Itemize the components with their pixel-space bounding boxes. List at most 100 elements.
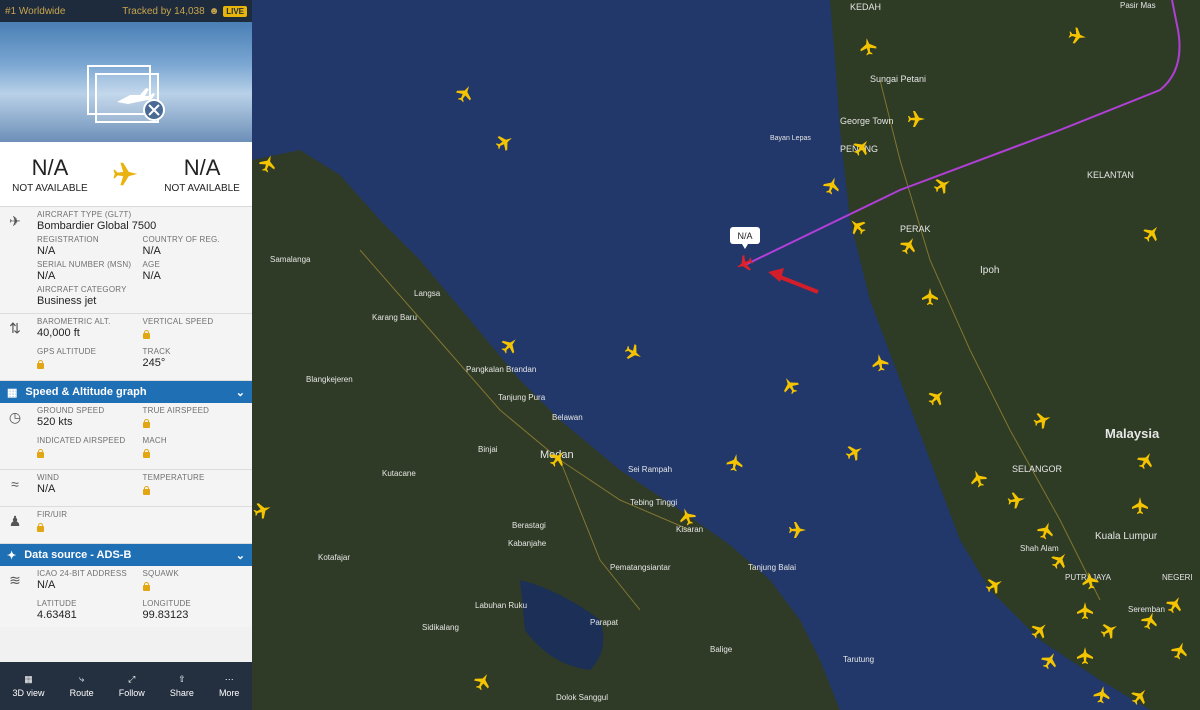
map-label-tanjung-pura: Tanjung Pura <box>498 393 546 402</box>
ground-speed-value: 520 kts <box>37 416 73 428</box>
speed-band-title: Speed & Altitude graph <box>25 386 147 398</box>
share-icon: ⇧ <box>178 674 186 684</box>
true-airspeed-label: TRUE AIRSPEED <box>142 406 210 415</box>
registration-label: REGISTRATION <box>37 235 99 244</box>
data-source-toggle[interactable]: ✦ Data source - ADS-B ⌄ <box>0 544 252 566</box>
cube-icon: ▦ <box>24 674 33 684</box>
map-label-malaysia: Malaysia <box>1105 426 1160 441</box>
3d-view-button[interactable]: ▦ 3D view <box>13 674 45 698</box>
map-label-samalanga: Samalanga <box>270 255 311 264</box>
map-label-selangor: SELANGOR <box>1012 464 1063 474</box>
map-label-pasir-mas: Pasir Mas <box>1120 1 1156 10</box>
squawk-label: SQUAWK <box>142 569 179 578</box>
lock-icon <box>37 449 44 458</box>
map-label-labuhan-ruku: Labuhan Ruku <box>475 601 527 610</box>
route-label: Route <box>69 688 94 698</box>
map-label-tarutung: Tarutung <box>843 655 874 664</box>
lock-icon <box>142 486 150 495</box>
person-icon: ♟ <box>8 513 22 529</box>
follow-label: Follow <box>118 688 145 698</box>
map-label-shah-alam: Shah Alam <box>1020 544 1059 553</box>
bottom-toolbar: ▦ 3D view ⤷ Route ⤢ Follow ⇧ Share ⋯ More <box>0 662 252 710</box>
latitude-value: 4.63481 <box>37 609 77 621</box>
source-band-title: Data source - ADS-B <box>24 549 132 561</box>
temperature-label: TEMPERATURE <box>142 473 205 482</box>
aircraft-icon: ✈ <box>9 213 21 229</box>
map-label-tanjung-balai: Tanjung Balai <box>748 563 796 572</box>
age-label: AGE <box>142 260 160 269</box>
baro-alt-value: 40,000 ft <box>37 327 80 339</box>
flight-info-panel: #1 Worldwide Tracked by 14,038 ☻ LIVE N/… <box>0 0 252 710</box>
route-button[interactable]: ⤷ Route <box>70 674 94 698</box>
rank-text: #1 Worldwide <box>5 5 66 17</box>
weather-section: ≈ WIND N/A TEMPERATURE <box>0 470 252 507</box>
people-icon: ☻ <box>208 5 220 17</box>
map-label-kelantan: KELANTAN <box>1087 170 1134 180</box>
mach-label: MACH <box>142 436 167 445</box>
route-icon: ⤷ <box>79 674 85 684</box>
track-value: 245° <box>142 357 166 369</box>
map-label-sungai-petani: Sungai Petani <box>870 74 926 84</box>
baro-alt-label: BAROMETRIC ALT. <box>37 317 111 326</box>
aircraft-type-value: Bombardier Global 7500 <box>37 220 157 232</box>
map-label-george-town: George Town <box>840 116 893 126</box>
map-label-pangkalan-brandan: Pangkalan Brandan <box>466 365 536 374</box>
tracked-count: Tracked by 14,038 <box>122 5 205 17</box>
map-label-perak: PERAK <box>900 224 931 234</box>
panel-topbar: #1 Worldwide Tracked by 14,038 ☻ LIVE <box>0 0 252 22</box>
share-label: Share <box>169 688 194 698</box>
altitude-section: ⇅ BAROMETRIC ALT. 40,000 ft VERTICAL SPEE… <box>0 314 252 381</box>
country-value: N/A <box>142 245 161 257</box>
map-label-kotafajar: Kotafajar <box>318 553 350 562</box>
airplane-icon <box>113 162 138 186</box>
altitude-icon: ⇅ <box>9 320 21 336</box>
speed-altitude-graph-toggle[interactable]: ▦ Speed & Altitude graph ⌄ <box>0 381 252 403</box>
latitude-label: LATITUDE <box>37 599 77 608</box>
more-label: More <box>218 688 240 698</box>
category-value: Business jet <box>37 295 97 307</box>
map-label-bayan-lepas: Bayan Lepas <box>770 135 811 142</box>
map-label-negeri: NEGERI <box>1162 573 1193 582</box>
lock-icon <box>37 360 44 369</box>
serial-value: N/A <box>37 270 56 282</box>
longitude-value: 99.83123 <box>142 609 189 621</box>
registration-value: N/A <box>37 245 56 257</box>
map-label-pematangsiantar: Pematangsiantar <box>610 563 671 572</box>
vspeed-label: VERTICAL SPEED <box>142 317 214 326</box>
ground-speed-label: GROUND SPEED <box>37 406 105 415</box>
map-label-blangkejeren: Blangkejeren <box>306 375 353 384</box>
map-label-ipoh: Ipoh <box>980 265 999 276</box>
indicated-airspeed-label: INDICATED AIRSPEED <box>37 436 126 445</box>
route-header: N/A NOT AVAILABLE N/A NOT AVAILABLE <box>0 142 252 207</box>
map-label-karang-baru: Karang Baru <box>372 313 417 322</box>
destination-name: NOT AVAILABLE <box>164 182 240 194</box>
follow-button[interactable]: ⤢ Follow <box>119 674 145 698</box>
follow-icon: ⤢ <box>128 674 136 684</box>
aircraft-section: ✈ AIRCRAFT TYPE (GL7T) Bombardier Global… <box>0 207 252 314</box>
gps-alt-label: GPS ALTITUDE <box>37 347 97 356</box>
more-button[interactable]: ⋯ More <box>219 674 240 698</box>
lock-icon <box>142 449 150 458</box>
serial-label: SERIAL NUMBER (MSN) <box>37 260 132 269</box>
map-label-kedah: KEDAH <box>850 2 881 12</box>
lock-icon <box>37 523 44 532</box>
map-label-tebing-tinggi: Tebing Tinggi <box>630 498 677 507</box>
speed-section: ◷ GROUND SPEED 520 kts TRUE AIRSPEED INDI… <box>0 403 252 470</box>
map-label-belawan: Belawan <box>552 413 583 422</box>
wind-icon: ≈ <box>11 476 19 492</box>
3d-view-label: 3D view <box>12 688 45 698</box>
lock-icon <box>142 330 150 339</box>
graph-icon: ▦ <box>7 386 18 399</box>
wind-value: N/A <box>37 483 56 495</box>
map-label-kabanjahe: Kabanjahe <box>508 539 547 548</box>
map-label-dolok-sanggul: Dolok Sanggul <box>556 693 608 702</box>
origin-code: N/A <box>31 154 69 180</box>
map-label-kutacane: Kutacane <box>382 469 416 478</box>
share-button[interactable]: ⇧ Share <box>170 674 194 698</box>
icao-label: ICAO 24-BIT ADDRESS <box>37 569 127 578</box>
map-label-binjai: Binjai <box>478 445 498 454</box>
signal-icon: ≋ <box>9 572 21 588</box>
category-label: AIRCRAFT CATEGORY <box>37 285 127 294</box>
map-label-kisaran: Kisaran <box>676 525 703 534</box>
age-value: N/A <box>142 270 161 282</box>
